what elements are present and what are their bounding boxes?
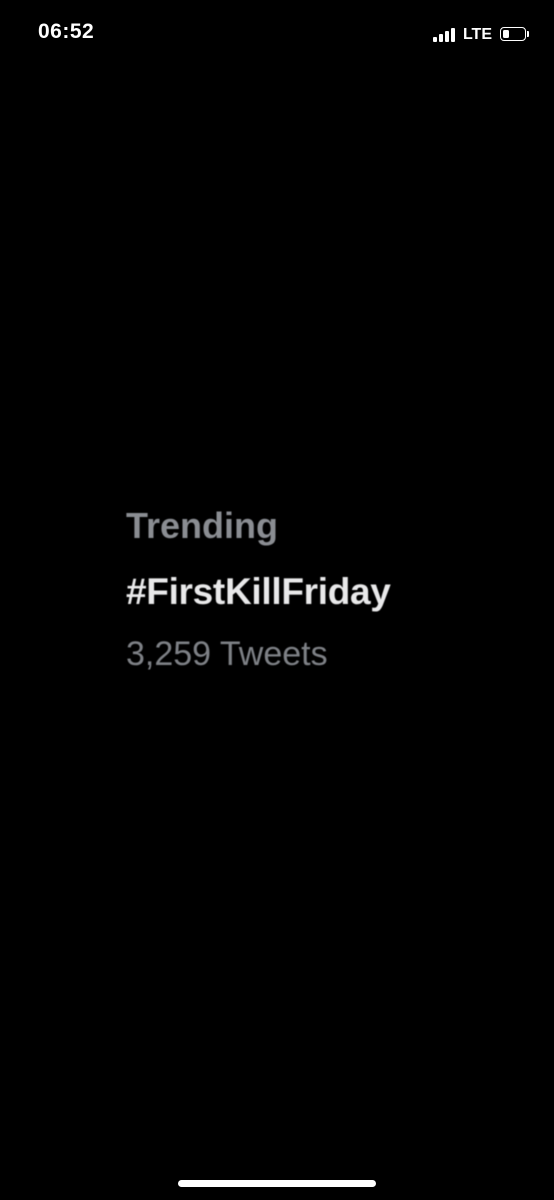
- network-type-label: LTE: [462, 26, 492, 43]
- status-bar: 06:52 LTE: [0, 0, 554, 70]
- signal-bars-icon: [432, 28, 455, 42]
- trend-label: Trending: [126, 505, 278, 546]
- signal-bar: [444, 31, 449, 42]
- battery-tip: [527, 31, 529, 37]
- trend-card: Trending #FirstKillFriday 3,259 Tweets: [126, 503, 526, 676]
- trend-hashtag: #FirstKillFriday: [126, 571, 391, 612]
- signal-bar: [432, 37, 437, 42]
- trend-tweet-count: 3,259 Tweets: [126, 635, 328, 673]
- battery-fill: [503, 30, 509, 38]
- status-indicators: LTE: [432, 24, 530, 46]
- home-indicator[interactable]: [178, 1180, 376, 1187]
- signal-bar: [450, 28, 455, 42]
- status-time: 06:52: [38, 20, 95, 43]
- battery-icon: [500, 27, 530, 43]
- signal-bar: [438, 34, 443, 42]
